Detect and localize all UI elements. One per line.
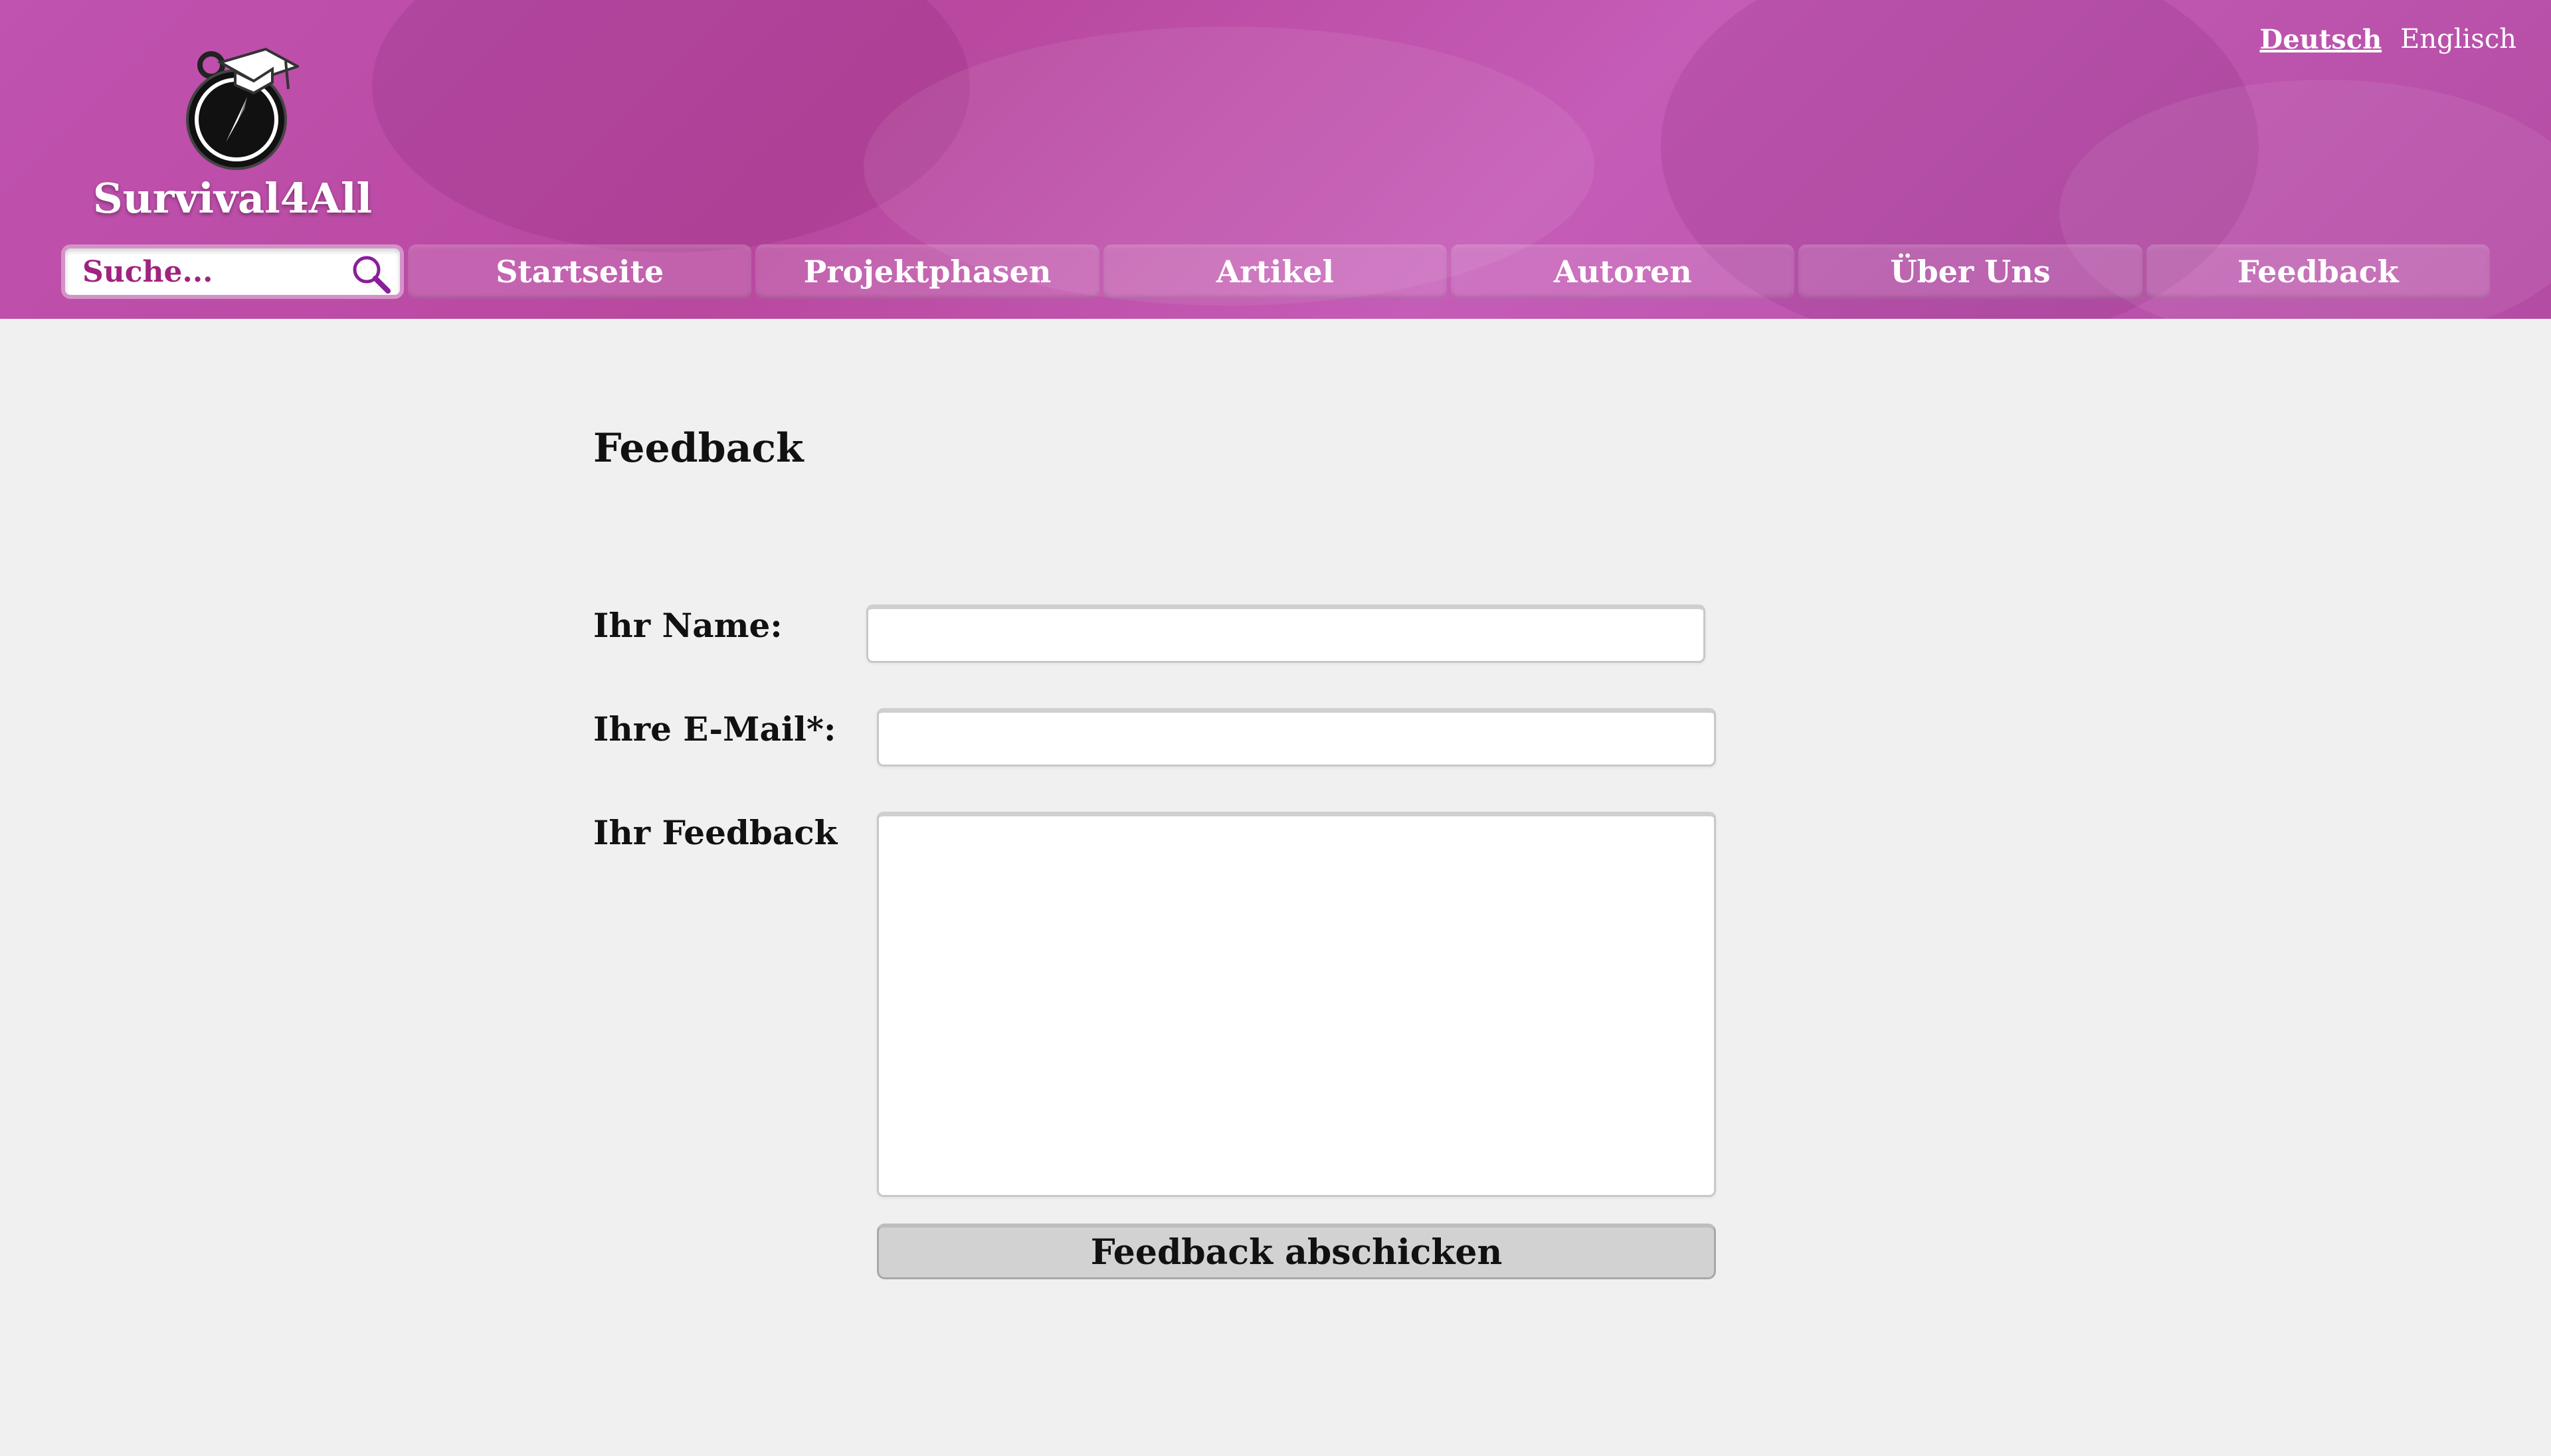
brand-name[interactable]: Survival4All — [80, 174, 385, 223]
language-englisch-link[interactable]: Englisch — [2400, 24, 2516, 55]
nav-autoren[interactable]: Autoren — [1450, 244, 1795, 299]
feedback-label: Ihr Feedback — [593, 813, 838, 852]
name-label: Ihr Name: — [593, 606, 783, 645]
email-field-wrapper — [877, 708, 1716, 767]
search-box — [61, 244, 404, 299]
header-banner: Deutsch Englisch Survival4All Startseit — [0, 0, 2551, 319]
nav-feedback[interactable]: Feedback — [2146, 244, 2490, 299]
name-field-wrapper — [866, 604, 1705, 663]
name-input[interactable] — [868, 609, 1703, 661]
email-input[interactable] — [879, 713, 1714, 765]
nav-artikel[interactable]: Artikel — [1103, 244, 1447, 299]
nav-ueber-uns[interactable]: Über Uns — [1798, 244, 2142, 299]
nav-startseite[interactable]: Startseite — [408, 244, 752, 299]
search-icon[interactable] — [349, 252, 392, 295]
main-content: Feedback — [593, 425, 1922, 472]
language-switcher: Deutsch Englisch — [2260, 24, 2517, 55]
submit-feedback-button[interactable]: Feedback abschicken — [877, 1224, 1716, 1279]
language-deutsch-link[interactable]: Deutsch — [2260, 24, 2382, 55]
main-navigation: Startseite Projektphasen Artikel Autoren… — [61, 244, 2490, 299]
feedback-textarea[interactable] — [879, 816, 1714, 1195]
feedback-field-wrapper — [877, 812, 1716, 1197]
page-title: Feedback — [593, 425, 804, 472]
email-label: Ihre E-Mail*: — [593, 709, 836, 749]
nav-projektphasen[interactable]: Projektphasen — [755, 244, 1099, 299]
logo-icon[interactable] — [179, 43, 302, 175]
